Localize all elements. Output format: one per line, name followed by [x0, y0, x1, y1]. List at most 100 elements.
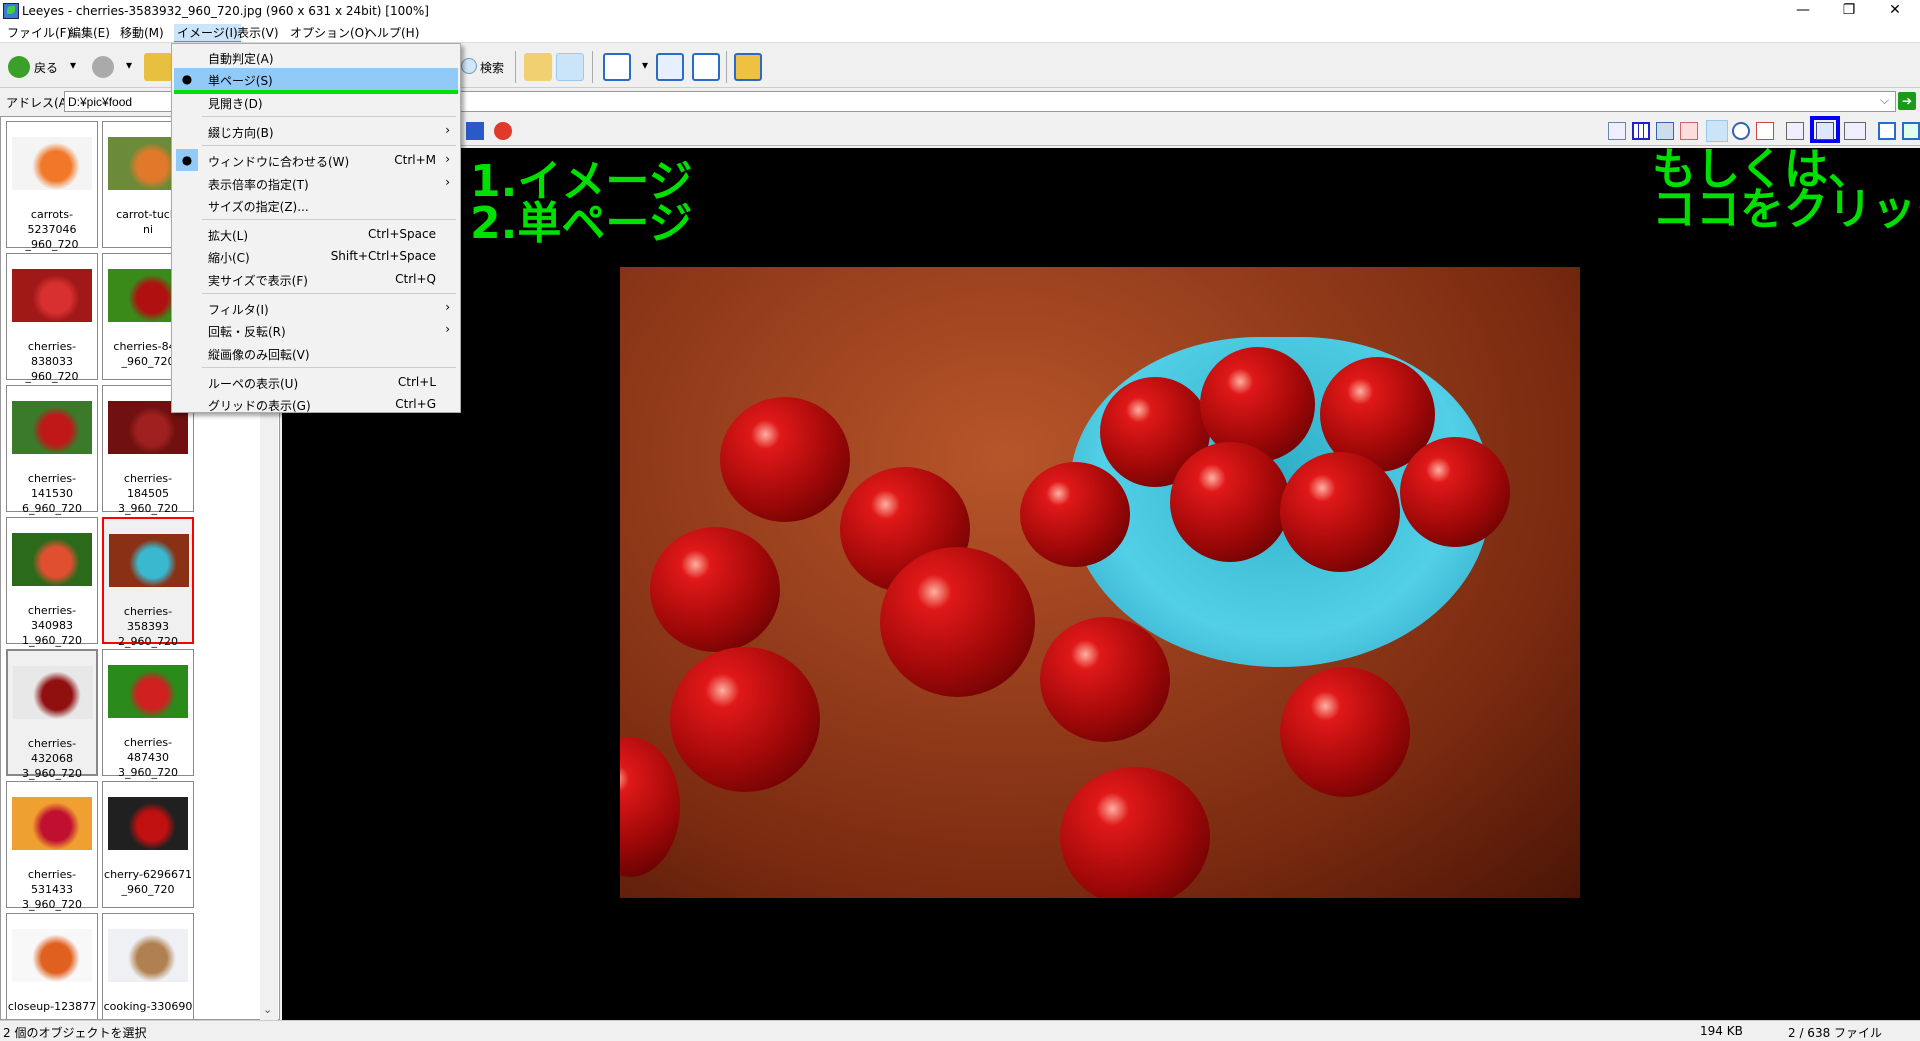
thumbnail-image — [12, 137, 92, 190]
menu-item[interactable]: 綴じ方向(B) › — [174, 120, 458, 142]
restore-button[interactable]: ❐ — [1826, 0, 1872, 22]
menu-item[interactable]: グリッドの表示(G) Ctrl+G — [174, 393, 458, 415]
go-button[interactable]: ➔ — [1898, 92, 1916, 110]
thumbnail-item[interactable]: cherries-531433 3_960_720 — [6, 781, 98, 911]
menu-item[interactable]: 自動判定(A) — [174, 46, 458, 68]
menu-item[interactable]: サイズの指定(Z)... — [174, 194, 458, 216]
menu-item[interactable]: ルーペの表示(U) Ctrl+L — [174, 371, 458, 393]
submenu-arrow-icon: › — [445, 122, 450, 137]
menu-item[interactable]: 縦画像のみ回転(V) — [174, 342, 458, 364]
menu-item[interactable]: 見開き(D) — [174, 91, 458, 113]
fit-window-icon[interactable] — [1706, 120, 1728, 142]
submenu-arrow-icon: › — [445, 300, 450, 314]
thumbnail-image — [108, 797, 188, 850]
back-button-label[interactable]: 戻る — [34, 59, 58, 76]
menu-item-label: ウィンドウに合わせる(W) — [208, 155, 350, 170]
thumbnail-item[interactable]: cherries-432068 3_960_720 — [6, 649, 98, 780]
slideshow-icon[interactable] — [466, 122, 484, 140]
menu-item-label: 単ページ(S) — [208, 74, 273, 89]
zoom-in-icon[interactable] — [1732, 122, 1750, 140]
menu-move[interactable]: 移動(M) — [117, 24, 167, 41]
menu-item-label: 綴じ方向(B) — [208, 125, 274, 140]
detail-view-icon[interactable] — [656, 53, 684, 81]
title-bar: Leeyes - cherries-3583932_960_720.jpg (9… — [0, 0, 1920, 22]
timer-icon[interactable] — [494, 122, 512, 140]
thumbnail-item[interactable]: cherries-487430 3_960_720 — [102, 649, 194, 779]
thumbnail-view-icon[interactable] — [603, 53, 631, 81]
forward-icon[interactable] — [92, 56, 114, 78]
menu-item-label: グリッドの表示(G) — [208, 399, 311, 414]
menu-item-label: 縦画像のみ回転(V) — [208, 347, 310, 362]
up-folder-icon[interactable] — [144, 53, 172, 81]
search-icon[interactable] — [461, 58, 477, 74]
thumbnail-image — [108, 665, 188, 718]
submenu-arrow-icon: › — [445, 152, 450, 167]
menu-view[interactable]: 表示(V) — [234, 24, 282, 41]
menu-item[interactable]: フィルタ(I) › — [174, 297, 458, 319]
menu-item-shortcut: Ctrl+G — [395, 397, 436, 412]
thumbnail-label: closeup-123877 — [7, 1000, 97, 1013]
menu-item[interactable]: ● 単ページ(S) — [174, 68, 458, 95]
menu-help[interactable]: ヘルプ(H) — [362, 24, 422, 41]
thumbnail-image — [12, 797, 92, 850]
thumbnail-item[interactable]: cherries-340983 1_960_720 — [6, 517, 98, 647]
auto-page-icon[interactable] — [1786, 122, 1804, 140]
status-file-position: 2 / 638 ファイル — [1788, 1026, 1883, 1040]
search-button-label[interactable]: 検索 — [480, 59, 504, 76]
menu-item-shortcut: Ctrl+M — [394, 153, 436, 168]
status-selection: 2 個のオブジェクトを選択 — [3, 1026, 147, 1040]
thumbnail-image — [13, 666, 93, 719]
fullscreen-icon[interactable] — [1902, 122, 1920, 140]
thumbnail-item[interactable]: cherry-6296671 _960_720 — [102, 781, 194, 908]
submenu-arrow-icon: › — [445, 174, 450, 189]
preview-icon[interactable] — [1608, 122, 1626, 140]
menu-item[interactable]: 拡大(L) Ctrl+Space — [174, 223, 458, 245]
flip-icon[interactable] — [1680, 122, 1698, 140]
back-dropdown[interactable]: ▾ — [70, 58, 76, 72]
menu-item-label: 自動判定(A) — [208, 52, 274, 66]
annotation-alt2: ココをクリック — [1652, 184, 1920, 235]
address-dropdown-icon[interactable]: ⌵ — [1880, 93, 1889, 108]
menu-item[interactable]: ● ウィンドウに合わせる(W) Ctrl+M › — [174, 149, 458, 172]
menu-item-label: 実サイズで表示(F) — [208, 273, 308, 288]
folder-tree-icon[interactable] — [524, 53, 552, 81]
thumbnail-item[interactable]: carrots-5237046 _960_720 — [6, 121, 98, 251]
copy-pages-icon[interactable] — [556, 53, 584, 81]
double-page-icon[interactable] — [1844, 122, 1866, 140]
close-button[interactable]: ✕ — [1872, 0, 1918, 22]
view-dropdown[interactable]: ▾ — [642, 58, 648, 72]
thumbnail-image — [12, 929, 92, 982]
thumbnail-item[interactable]: cherries-838033 _960_720 — [6, 253, 98, 383]
thumbnail-label: cherries-838033 _960_720 — [25, 340, 79, 383]
menu-edit[interactable]: 編集(E) — [66, 24, 113, 41]
single-page-icon[interactable] — [1816, 122, 1834, 140]
tools-icon[interactable] — [734, 53, 762, 81]
thumbnail-item[interactable]: cooking-330690 — [102, 913, 194, 1019]
menu-file[interactable]: ファイル(F) — [4, 24, 74, 41]
back-icon[interactable] — [8, 56, 30, 78]
actual-size-icon[interactable] — [1756, 122, 1774, 140]
menu-item-label: ルーペの表示(U) — [208, 376, 299, 391]
menu-item[interactable]: 表示倍率の指定(T) › — [174, 172, 458, 194]
status-file-size: 194 KB — [1700, 1024, 1743, 1038]
window-icon[interactable] — [1878, 122, 1896, 140]
thumbnail-label: cherries-184505 3_960_720 — [118, 472, 178, 515]
menu-item-label: 拡大(L) — [208, 229, 249, 244]
thumbnail-image — [109, 534, 189, 587]
layout-icon[interactable] — [692, 53, 720, 81]
menu-image[interactable]: イメージ(I) — [174, 24, 241, 44]
grid-icon[interactable] — [1632, 122, 1650, 140]
scroll-down-icon[interactable]: ⌄ — [263, 1003, 272, 1016]
menu-item[interactable]: 実サイズで表示(F) Ctrl+Q — [174, 268, 458, 290]
minimize-button[interactable]: — — [1780, 0, 1826, 22]
thumbnail-label: carrots-5237046 _960_720 — [25, 208, 79, 251]
menu-options[interactable]: オプション(O) — [287, 24, 372, 41]
menu-item[interactable]: 縮小(C) Shift+Ctrl+Space — [174, 245, 458, 267]
rotate-icon[interactable] — [1656, 122, 1674, 140]
menu-item[interactable]: 回転・反転(R) › — [174, 319, 458, 341]
thumbnail-item[interactable]: cherries-141530 6_960_720 — [6, 385, 98, 515]
forward-dropdown[interactable]: ▾ — [126, 58, 132, 72]
check-bullet-icon: ● — [181, 72, 193, 87]
thumbnail-item[interactable]: closeup-123877 — [6, 913, 98, 1019]
thumbnail-item[interactable]: cherries-358393 2_960_720 — [102, 517, 194, 648]
